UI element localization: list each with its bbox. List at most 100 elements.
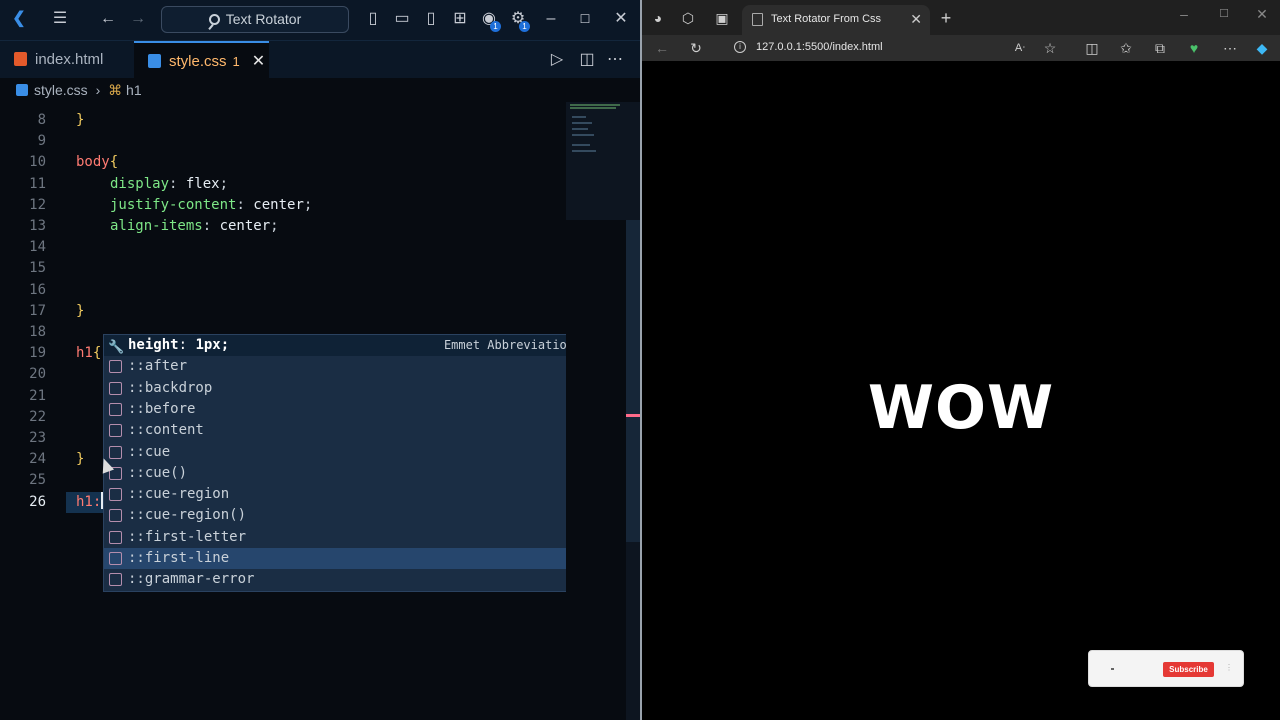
new-tab-icon[interactable]: + (936, 8, 956, 28)
suggestion-label: ::cue() (128, 464, 188, 481)
suggestion-item[interactable]: ::first-line (104, 548, 584, 569)
close-window-icon[interactable]: ✕ (610, 9, 632, 29)
menu-icon[interactable]: ☰ (48, 9, 72, 29)
code-text: } (76, 112, 85, 128)
editor-scrollbar[interactable] (626, 102, 640, 720)
suggestion-item[interactable]: ::content (104, 420, 584, 441)
code-line: h1{ (76, 343, 101, 364)
code-line: display: flex; (110, 175, 229, 192)
tab-index-html[interactable]: index.html (0, 41, 134, 79)
site-info-icon[interactable]: i (734, 41, 746, 53)
split-screen-icon[interactable]: ◫ (1082, 38, 1102, 58)
suggestion-item[interactable]: ::cue (104, 442, 584, 463)
line-number: 23 (29, 430, 46, 446)
search-icon (208, 14, 220, 25)
forward-arrow-icon[interactable]: → (126, 9, 150, 29)
line-number: 13 (29, 218, 46, 234)
scrollbar-thumb[interactable] (626, 220, 640, 542)
suggestion-detail: Emmet Abbreviation (443, 338, 574, 352)
read-aloud-icon[interactable]: Aᐧ (1010, 38, 1030, 58)
favorite-star-icon[interactable]: ☆ (1040, 38, 1060, 58)
css-property: align-items (110, 218, 203, 234)
property-cube-icon (109, 552, 122, 565)
command-center-search[interactable]: Text Rotator (161, 6, 349, 33)
suggestion-item[interactable]: ::cue-region (104, 484, 584, 505)
suggestion-label: ::after (128, 358, 188, 375)
settings-badge: 1 (519, 21, 530, 32)
tab-style-css[interactable]: style.css 1 ✕ (134, 41, 269, 79)
suggestion-label: ::cue-region (128, 486, 230, 503)
breadcrumb-file[interactable]: style.css (34, 82, 88, 98)
property-cube-icon (109, 530, 122, 544)
css-property: display (110, 175, 170, 192)
suggestion-item[interactable]: ::before (104, 399, 584, 420)
toggle-sidebar-icon[interactable]: ▯ (362, 9, 384, 29)
suggestion-label: ::cue (128, 443, 171, 460)
toggle-panel-icon[interactable]: ▭ (391, 9, 413, 29)
copilot-icon[interactable]: ◆ (1252, 38, 1272, 58)
maximize-icon[interactable]: ☐ (574, 9, 596, 29)
browser-tabbar: ◕ ⬡ ▣ Text Rotator From Css ✕ + – ☐ ✕ (642, 0, 1280, 35)
refresh-icon[interactable]: ↻ (686, 38, 706, 58)
suggestion-item-emmet[interactable]: 🔧 height: 1px; Emmet Abbreviation (104, 335, 584, 356)
split-editor-icon[interactable]: ◫ (576, 50, 598, 70)
more-menu-icon[interactable]: ⋯ (1220, 38, 1240, 58)
profile-avatar-icon[interactable]: ◕ (648, 8, 668, 28)
editor-tabs: index.html style.css 1 ✕ ▷ ◫ ⋯ (0, 40, 640, 79)
subscribe-button[interactable]: Subscribe (1163, 662, 1214, 677)
css-property: justify-content (110, 196, 237, 213)
breadcrumb-symbol[interactable]: h1 (126, 82, 142, 98)
line-number: 12 (29, 196, 46, 213)
toggle-secondary-sidebar-icon[interactable]: ▯ (420, 9, 442, 29)
chevron-right-icon: › (95, 82, 101, 98)
code-line: } (76, 301, 84, 322)
back-arrow-icon[interactable]: ← (652, 38, 672, 58)
run-icon[interactable]: ▷ (546, 50, 568, 70)
suggestion-widget[interactable]: 🔧 height: 1px; Emmet Abbreviation ::afte… (103, 334, 585, 592)
tab-actions-icon[interactable]: ▣ (712, 8, 732, 28)
line-number: 24 (29, 451, 46, 468)
property-cube-icon (109, 402, 122, 416)
minimap[interactable] (566, 102, 626, 720)
suggestion-item[interactable]: ::grammar-error (104, 569, 584, 590)
suggestion-label: ::before (128, 400, 196, 417)
close-tab-icon[interactable]: ✕ (252, 53, 265, 70)
workspaces-icon[interactable]: ⬡ (678, 8, 698, 28)
suggestion-item[interactable]: ::cue() (104, 463, 584, 484)
suggestion-name: height (128, 337, 179, 353)
code-line: body{ (76, 152, 118, 173)
css-file-icon (148, 54, 161, 68)
suggestion-item[interactable]: ::cue-region() (104, 505, 584, 526)
minimap-line (572, 144, 590, 146)
close-window-icon[interactable]: ✕ (1252, 4, 1272, 24)
minimap-slider[interactable] (566, 102, 626, 220)
search-label: Text Rotator (225, 11, 302, 27)
minimize-icon[interactable]: – (1174, 4, 1194, 24)
code-editor[interactable]: 8} 9 10 body{11 display: flex; 12 justify-cont… (0, 102, 585, 720)
property-cube-icon (109, 488, 122, 502)
customize-layout-icon[interactable]: ⊞ (449, 9, 471, 29)
suggestion-label: ::first-line (128, 550, 230, 566)
browser-toolbar: ← ↻ i 127.0.0.1:5500/index.html Aᐧ ☆ ◫ ✩… (642, 35, 1280, 61)
browser-window: ◕ ⬡ ▣ Text Rotator From Css ✕ + – ☐ ✕ ← … (642, 0, 1280, 720)
suggestion-item[interactable]: ::after (104, 356, 584, 377)
suggestion-value: 1px; (195, 337, 230, 353)
suggestion-item[interactable]: ::backdrop (104, 378, 584, 399)
favorites-icon[interactable]: ✩ (1116, 38, 1136, 58)
suggestion-item[interactable]: ::first-letter (104, 527, 584, 548)
wrench-icon: 🔧 (108, 340, 125, 355)
collections-icon[interactable]: ⧉ (1150, 38, 1170, 58)
minimize-icon[interactable]: – (540, 9, 562, 29)
close-tab-icon[interactable]: ✕ (910, 5, 922, 33)
back-arrow-icon[interactable]: ← (96, 9, 120, 29)
browser-essentials-icon[interactable]: ♥ (1184, 38, 1204, 58)
suggestion-label: ::cue-region() (128, 507, 247, 524)
more-actions-icon[interactable]: ⋯ (604, 50, 626, 70)
maximize-icon[interactable]: ☐ (1214, 4, 1234, 24)
rotating-heading: WOW (867, 373, 1055, 443)
browser-tab-active[interactable]: Text Rotator From Css ✕ (742, 5, 930, 35)
code-line: } (76, 110, 84, 131)
property-cube-icon (109, 424, 122, 438)
more-icon[interactable]: ⋮ (1225, 663, 1233, 672)
property-cube-icon (109, 381, 122, 395)
